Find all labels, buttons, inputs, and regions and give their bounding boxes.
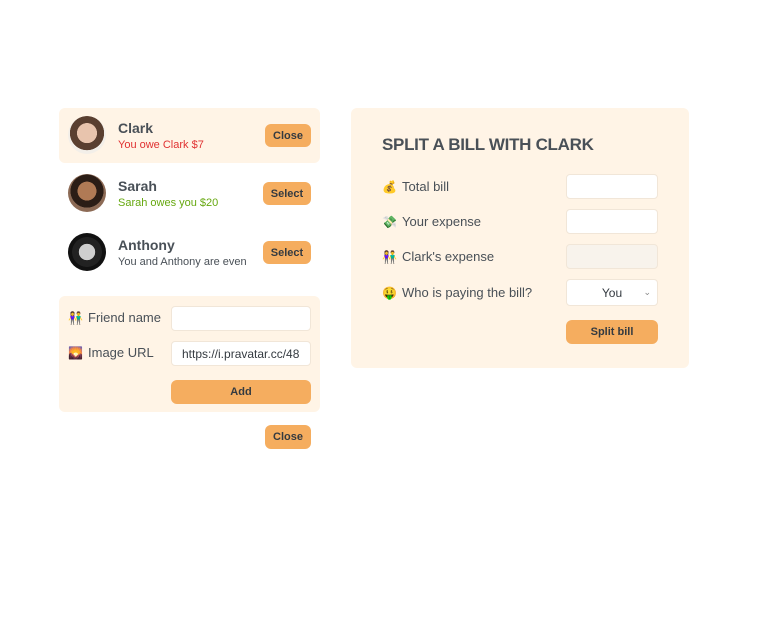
label-text: Image URL xyxy=(88,345,154,360)
total-bill-input[interactable] xyxy=(566,174,658,199)
friend-name: Sarah xyxy=(118,178,157,194)
avatar xyxy=(68,233,106,271)
payer-select[interactable]: You ⌄ xyxy=(566,279,658,306)
add-button[interactable]: Add xyxy=(171,380,311,404)
chevron-down-icon: ⌄ xyxy=(643,287,651,297)
total-bill-label: 💰 Total bill xyxy=(382,179,449,194)
friend-name-label: 👫 Friend name xyxy=(68,310,161,325)
friend-balance: Sarah owes you $20 xyxy=(118,197,219,209)
friend-expense-label: 👫 Clark's expense xyxy=(382,249,494,264)
your-expense-input[interactable] xyxy=(566,209,658,234)
label-text: Total bill xyxy=(402,179,449,194)
image-url-label: 🌄 Image URL xyxy=(68,345,154,360)
landscape-icon: 🌄 xyxy=(68,345,83,360)
friend-balance: You owe Clark $7 xyxy=(118,139,204,151)
payer-label: 🤑 Who is paying the bill? xyxy=(382,285,532,300)
label-text: Your expense xyxy=(402,214,482,229)
avatar xyxy=(68,116,106,154)
friend-row-clark: Clark You owe Clark $7 Close xyxy=(59,108,320,163)
friend-row-anthony: Anthony You and Anthony are even Select xyxy=(59,225,320,280)
close-button[interactable]: Close xyxy=(265,124,311,147)
friend-expense-input xyxy=(566,244,658,269)
add-friend-form: 👫 Friend name 🌄 Image URL https://i.pravat… xyxy=(59,296,320,412)
people-icon: 👫 xyxy=(382,249,397,264)
people-icon: 👫 xyxy=(68,310,83,325)
label-text: Who is paying the bill? xyxy=(402,285,533,300)
avatar xyxy=(68,174,106,212)
money-mouth-icon: 🤑 xyxy=(382,285,397,300)
friend-name: Anthony xyxy=(118,237,175,253)
label-text: Clark's expense xyxy=(402,249,495,264)
friend-balance: You and Anthony are even xyxy=(118,256,247,268)
friend-name: Clark xyxy=(118,120,154,136)
payer-value: You xyxy=(601,285,623,300)
close-form-button[interactable]: Close xyxy=(265,425,311,449)
money-bag-icon: 💰 xyxy=(382,179,397,194)
friend-name-input[interactable] xyxy=(171,306,311,331)
money-wings-icon: 💸 xyxy=(382,214,397,229)
select-button[interactable]: Select xyxy=(263,241,311,264)
image-url-input[interactable]: https://i.pravatar.cc/48 xyxy=(171,341,311,366)
select-button[interactable]: Select xyxy=(263,182,311,205)
friend-row-sarah: Sarah Sarah owes you $20 Select xyxy=(59,166,320,221)
label-text: Friend name xyxy=(88,310,161,325)
split-bill-form: SPLIT A BILL WITH CLARK 💰 Total bill 💸 You… xyxy=(351,108,689,368)
split-title: SPLIT A BILL WITH CLARK xyxy=(382,135,594,154)
your-expense-label: 💸 Your expense xyxy=(382,214,481,229)
split-bill-button[interactable]: Split bill xyxy=(566,320,658,344)
